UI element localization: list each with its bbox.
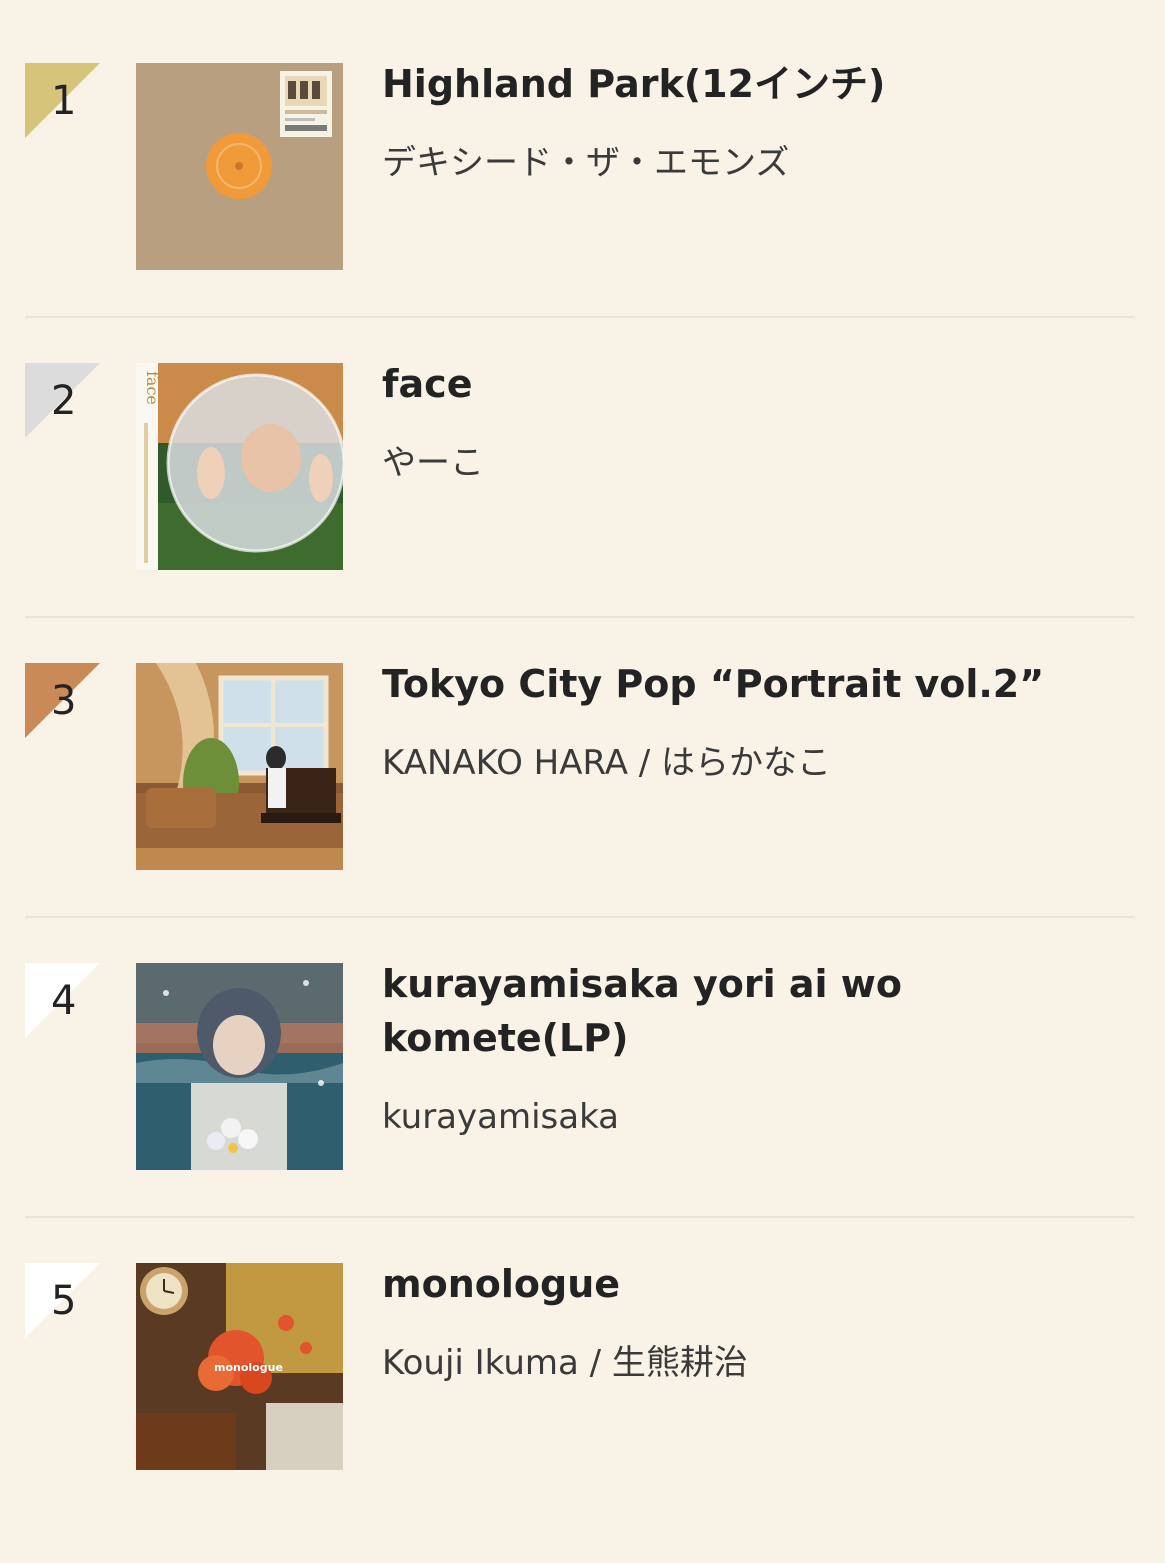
divider: [25, 1216, 1135, 1218]
ranking-list: 1 Highland Park(12インチ) デキシード・ザ・エモンズ 2 fa…: [0, 0, 1165, 1527]
artist-name[interactable]: kurayamisaka: [382, 1095, 1102, 1139]
ranking-item-5[interactable]: 5 monologue monologue Kouji Ikuma / 生熊耕治: [25, 1262, 1135, 1563]
album-title[interactable]: monologue: [382, 1257, 1102, 1311]
rank-number: 4: [51, 978, 77, 1024]
cover-spine-text: face: [143, 371, 162, 405]
album-cover-highland-park[interactable]: [136, 63, 343, 270]
rank-number: 3: [51, 678, 77, 724]
rank-badge-gold: 1: [25, 63, 100, 138]
divider: [25, 316, 1135, 318]
divider: [25, 616, 1135, 618]
divider: [25, 916, 1135, 918]
artist-name[interactable]: KANAKO HARA / はらかなこ: [382, 741, 1102, 785]
rank-number: 1: [51, 78, 77, 124]
album-cover-tokyo-city-pop[interactable]: [136, 663, 343, 870]
album-title[interactable]: Tokyo City Pop “Portrait vol.2”: [382, 657, 1102, 711]
ranking-item-1[interactable]: 1 Highland Park(12インチ) デキシード・ザ・エモンズ: [25, 62, 1135, 363]
album-cover-kurayamisaka[interactable]: [136, 963, 343, 1170]
rank-badge-bronze: 3: [25, 663, 100, 738]
rank-number: 2: [51, 378, 77, 424]
artist-name[interactable]: デキシード・ザ・エモンズ: [382, 141, 1102, 185]
artist-name[interactable]: Kouji Ikuma / 生熊耕治: [382, 1341, 1102, 1385]
ranking-item-2[interactable]: 2 face face やーこ: [25, 362, 1135, 663]
album-title[interactable]: face: [382, 357, 1102, 411]
rank-badge-plain: 5: [25, 1263, 100, 1338]
album-cover-monologue[interactable]: monologue: [136, 1263, 343, 1470]
rank-badge-plain: 4: [25, 963, 100, 1038]
rank-badge-silver: 2: [25, 363, 100, 438]
cover-title-text: monologue: [214, 1361, 283, 1374]
rank-number: 5: [51, 1278, 77, 1324]
album-title[interactable]: kurayamisaka yori ai wo komete(LP): [382, 957, 1102, 1065]
album-title[interactable]: Highland Park(12インチ): [382, 57, 1102, 111]
ranking-item-4[interactable]: 4 kurayamisaka yori ai wo komete(LP) kur…: [25, 962, 1135, 1263]
album-cover-face[interactable]: face: [136, 363, 343, 570]
ranking-item-3[interactable]: 3 Tokyo City Pop “Portrait vol.2” KANAKO…: [25, 662, 1135, 963]
artist-name[interactable]: やーこ: [382, 441, 1102, 485]
